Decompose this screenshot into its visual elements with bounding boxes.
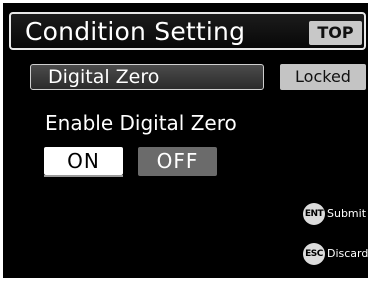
screen: Condition Setting TOP Digital Zero Locke… (3, 3, 368, 278)
title-bar: Condition Setting TOP (9, 12, 366, 50)
enable-digital-zero-label: Enable Digital Zero (45, 111, 237, 135)
page-title: Condition Setting (25, 17, 246, 46)
on-button-shadow (44, 175, 123, 177)
digital-zero-label: Digital Zero (48, 66, 160, 88)
locked-button[interactable]: Locked (280, 64, 366, 90)
on-button[interactable]: ON (44, 147, 123, 175)
digital-zero-field[interactable]: Digital Zero (30, 64, 264, 90)
submit-label: Submit (327, 207, 367, 220)
top-button[interactable]: TOP (309, 21, 362, 45)
off-button[interactable]: OFF (138, 147, 217, 176)
ent-key-icon: ENT (303, 203, 325, 225)
discard-label: Discard (327, 247, 369, 260)
esc-key-icon: ESC (303, 243, 325, 265)
